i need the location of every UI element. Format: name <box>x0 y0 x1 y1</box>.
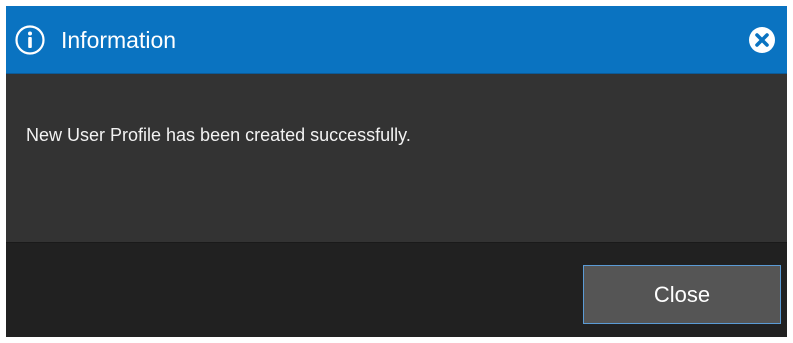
dialog-titlebar: Information <box>6 6 787 74</box>
close-button[interactable]: Close <box>583 265 781 324</box>
close-circle-icon[interactable] <box>747 25 777 55</box>
dialog-footer: Close <box>6 242 787 337</box>
dialog-body: New User Profile has been created succes… <box>6 74 787 242</box>
info-icon <box>15 25 45 55</box>
dialog-message: New User Profile has been created succes… <box>26 125 411 145</box>
information-dialog: Information New User Profile has been cr… <box>6 6 787 337</box>
dialog-title: Information <box>61 27 177 53</box>
